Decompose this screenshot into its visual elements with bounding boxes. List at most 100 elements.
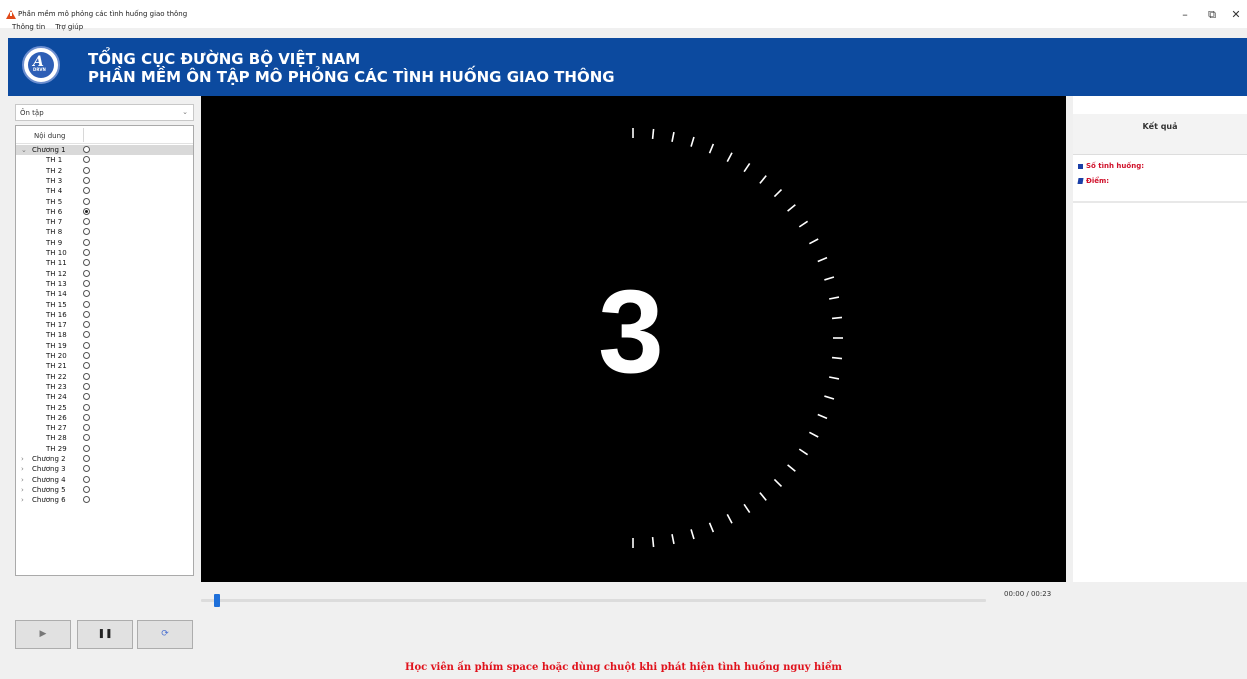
tree-item[interactable]: TH 17 <box>16 320 193 330</box>
tree-item[interactable]: TH 10 <box>16 248 193 258</box>
radio-button[interactable] <box>83 331 90 339</box>
radio-button[interactable] <box>83 424 90 432</box>
tree-item[interactable]: TH 18 <box>16 330 193 340</box>
dial-tick <box>798 220 809 228</box>
tree-item[interactable]: TH 14 <box>16 289 193 299</box>
radio-button[interactable] <box>83 444 90 452</box>
chevron-right-icon[interactable]: › <box>21 495 24 505</box>
tree-item[interactable]: TH 8 <box>16 227 193 237</box>
tree-item[interactable]: TH 28 <box>16 433 193 443</box>
radio-button[interactable] <box>83 207 90 215</box>
radio-button[interactable] <box>83 321 90 329</box>
radio-button[interactable] <box>83 166 90 174</box>
dial-tick <box>831 356 843 360</box>
radio-button[interactable] <box>83 362 90 370</box>
restore-button[interactable]: ⧉ <box>1205 8 1219 22</box>
radio-button[interactable] <box>83 475 90 483</box>
radio-button[interactable] <box>83 496 90 504</box>
radio-button[interactable] <box>83 352 90 359</box>
radio-button[interactable] <box>83 465 90 473</box>
chevron-right-icon[interactable]: › <box>21 464 24 474</box>
seek-thumb[interactable] <box>213 594 220 607</box>
radio-button[interactable] <box>83 485 90 493</box>
tree-item[interactable]: TH 16 <box>16 310 193 320</box>
score-label: Điểm: <box>1086 177 1110 185</box>
tree-item-label: TH 1 <box>46 156 63 165</box>
close-button[interactable]: ✕ <box>1229 8 1243 22</box>
tree-item-label: TH 20 <box>46 352 67 360</box>
tree-chapter[interactable]: ⌄ Chương 1 <box>16 145 193 155</box>
radio-button[interactable] <box>83 341 90 349</box>
tree-item[interactable]: TH 9 <box>16 238 193 248</box>
tree-item[interactable]: TH 29 <box>16 444 193 454</box>
radio-button[interactable] <box>83 393 90 401</box>
radio-button[interactable] <box>83 176 90 184</box>
minimize-button[interactable]: – <box>1178 8 1192 22</box>
radio-button[interactable] <box>83 279 90 287</box>
tree-item[interactable]: TH 1 <box>16 155 193 165</box>
tree-chapter[interactable]: › Chương 4 <box>16 475 193 485</box>
tree-item[interactable]: TH 13 <box>16 279 193 289</box>
radio-button[interactable] <box>83 197 90 205</box>
tree-item[interactable]: TH 20 <box>16 351 193 361</box>
radio-button[interactable] <box>83 300 90 308</box>
radio-button[interactable] <box>83 382 90 390</box>
tree-item[interactable]: TH 15 <box>16 300 193 310</box>
radio-button[interactable] <box>83 156 90 164</box>
seek-bar[interactable] <box>201 599 986 602</box>
radio-button[interactable] <box>83 455 90 462</box>
tree-item[interactable]: TH 2 <box>16 166 193 176</box>
tree-item[interactable]: TH 3 <box>16 176 193 186</box>
tree-chapter[interactable]: › Chương 6 <box>16 495 193 505</box>
radio-button[interactable] <box>83 372 90 380</box>
dial-tick <box>773 188 783 198</box>
tree-item[interactable]: TH 24 <box>16 392 193 402</box>
tree-item[interactable]: TH 6 <box>16 207 193 217</box>
radio-button[interactable] <box>83 413 90 421</box>
radio-button[interactable] <box>83 269 90 277</box>
mode-dropdown[interactable]: Ôn tập ⌄ <box>15 104 194 121</box>
tree-item[interactable]: TH 27 <box>16 423 193 433</box>
chevron-right-icon[interactable]: › <box>21 485 24 495</box>
radio-button[interactable] <box>83 146 90 153</box>
tree-item-label: TH 11 <box>46 259 67 268</box>
radio-button[interactable] <box>83 434 90 442</box>
radio-button[interactable] <box>83 238 90 246</box>
tree-item[interactable]: TH 23 <box>16 382 193 392</box>
pause-button[interactable]: ❚❚ <box>77 620 133 649</box>
tree-chapter[interactable]: › Chương 5 <box>16 485 193 495</box>
tree-chapter[interactable]: › Chương 3 <box>16 464 193 474</box>
situations-count-line: Số tình huống: <box>1078 162 1144 170</box>
radio-button[interactable] <box>83 228 90 236</box>
tree-item[interactable]: TH 26 <box>16 413 193 423</box>
tree-item[interactable]: TH 19 <box>16 341 193 351</box>
radio-button[interactable] <box>83 259 90 267</box>
reload-button[interactable]: ⟳ <box>137 620 193 649</box>
radio-button[interactable] <box>83 218 90 226</box>
video-player[interactable]: 3 <box>201 96 1066 582</box>
dial-tick <box>651 128 655 140</box>
radio-button[interactable] <box>83 187 90 195</box>
banner-title-agency: TỔNG CỤC ĐƯỜNG BỘ VIỆT NAM <box>88 50 361 68</box>
tree-item[interactable]: TH 21 <box>16 361 193 371</box>
chevron-right-icon[interactable]: › <box>21 454 24 464</box>
menu-tro-giup[interactable]: Trợ giúp <box>55 23 83 31</box>
tree-item[interactable]: TH 4 <box>16 186 193 196</box>
tree-item[interactable]: TH 25 <box>16 403 193 413</box>
tree-item[interactable]: TH 22 <box>16 372 193 382</box>
radio-button[interactable] <box>83 310 90 318</box>
radio-button[interactable] <box>83 403 90 411</box>
content-tree[interactable]: Nội dung ⌄ Chương 1 TH 1 TH 2 TH 3 TH 4 TH 5 TH… <box>15 125 194 576</box>
tree-item[interactable]: TH 7 <box>16 217 193 227</box>
menu-thong-tin[interactable]: Thông tin <box>12 23 45 31</box>
tree-item[interactable]: TH 12 <box>16 269 193 279</box>
tree-chapter-label: Chương 1 <box>32 146 66 154</box>
tree-item[interactable]: TH 11 <box>16 258 193 268</box>
radio-button[interactable] <box>83 290 90 298</box>
chevron-right-icon[interactable]: › <box>21 475 24 485</box>
tree-item[interactable]: TH 5 <box>16 197 193 207</box>
radio-button[interactable] <box>83 249 90 256</box>
play-button[interactable]: ▶ <box>15 620 71 649</box>
tree-chapter[interactable]: › Chương 2 <box>16 454 193 464</box>
chevron-down-icon[interactable]: ⌄ <box>21 145 27 155</box>
